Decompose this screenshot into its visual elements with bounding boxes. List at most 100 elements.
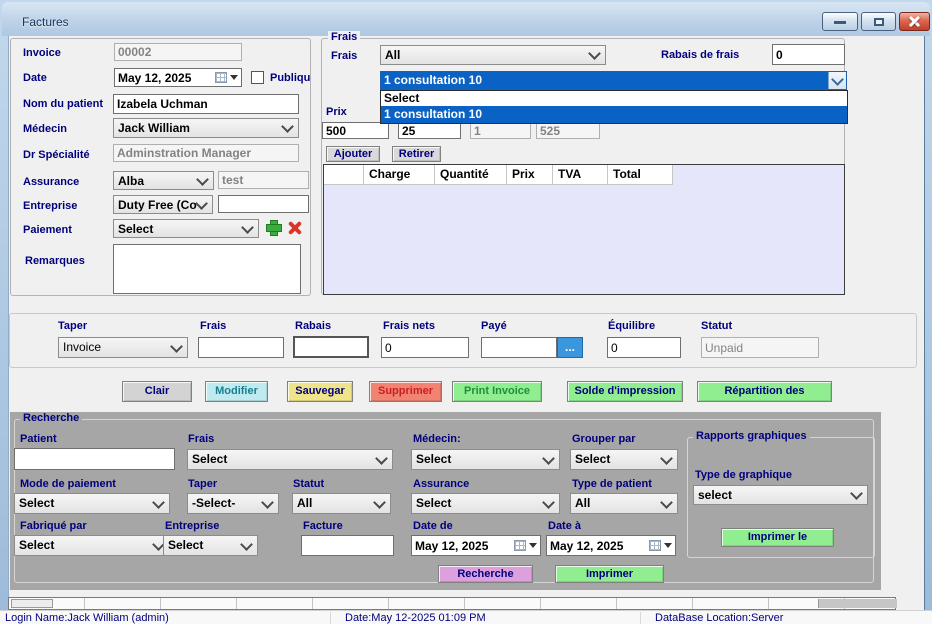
modifier-button[interactable]: Modifier bbox=[205, 381, 268, 402]
paye-field[interactable] bbox=[481, 337, 557, 358]
date-label: Date bbox=[23, 72, 47, 84]
invoice-field[interactable] bbox=[114, 43, 242, 61]
repartition-button[interactable]: Répartition des bbox=[697, 381, 832, 402]
tva-field[interactable] bbox=[470, 122, 531, 139]
taper-combo[interactable]: Invoice bbox=[58, 337, 188, 358]
chevron-down-icon bbox=[588, 47, 601, 60]
paye-browse-button[interactable]: ... bbox=[557, 337, 583, 358]
column-header-total[interactable]: Total bbox=[608, 165, 673, 185]
chevron-down-icon bbox=[375, 452, 388, 465]
ajouter-button[interactable]: Ajouter bbox=[326, 146, 380, 162]
entreprise-combo[interactable]: Duty Free (Co bbox=[113, 195, 213, 214]
column-header-charge[interactable]: Charge bbox=[364, 165, 435, 185]
fabrique-par-label: Fabriqué par bbox=[20, 520, 87, 532]
fabrique-par-combo[interactable]: Select bbox=[14, 535, 170, 556]
frais-label: Frais bbox=[331, 50, 357, 62]
column-header-quantite[interactable]: Quantité bbox=[435, 165, 507, 185]
date-de-picker[interactable]: May 12, 2025 bbox=[411, 535, 541, 556]
search-statut-combo[interactable]: All bbox=[292, 493, 391, 514]
statut-field[interactable] bbox=[701, 337, 819, 358]
type-graphique-combo[interactable]: select bbox=[693, 485, 868, 505]
imprimer-button[interactable]: Imprimer bbox=[555, 565, 664, 583]
search-taper-label: Taper bbox=[188, 478, 217, 490]
remarques-field[interactable] bbox=[113, 244, 301, 294]
calendar-icon bbox=[514, 540, 526, 551]
entreprise-combo-value: Duty Free (Co bbox=[118, 198, 197, 212]
search-frais-label: Frais bbox=[188, 433, 214, 445]
frais-filter-combo[interactable]: All bbox=[380, 45, 606, 65]
rabais-de-frais-field[interactable] bbox=[772, 44, 845, 65]
assurance-combo[interactable]: Alba bbox=[113, 171, 214, 190]
retirer-button[interactable]: Retirer bbox=[392, 146, 441, 162]
charge-combo[interactable]: 1 consultation 10 bbox=[380, 71, 847, 90]
date-picker[interactable]: May 12, 2025 bbox=[114, 68, 242, 87]
chevron-down-icon bbox=[230, 75, 238, 80]
charges-table[interactable]: Charge Quantité Prix TVA Total bbox=[323, 164, 845, 295]
paiement-combo[interactable]: Select bbox=[113, 219, 259, 238]
search-patient-field[interactable] bbox=[14, 448, 175, 470]
close-button[interactable] bbox=[899, 12, 930, 31]
search-frais-combo[interactable]: Select bbox=[187, 449, 393, 470]
chevron-down-icon bbox=[542, 496, 555, 509]
search-statut-label: Statut bbox=[293, 478, 324, 490]
total-field[interactable] bbox=[536, 122, 600, 139]
remarques-label: Remarques bbox=[25, 255, 85, 267]
supprimer-button[interactable]: Supprimer bbox=[369, 381, 442, 402]
equilibre-field[interactable] bbox=[607, 337, 681, 358]
recherche-button[interactable]: Recherche bbox=[438, 565, 533, 583]
frais-nets-field[interactable] bbox=[381, 337, 469, 358]
totals-frais-field[interactable] bbox=[198, 337, 284, 358]
quantite-field[interactable] bbox=[398, 122, 461, 139]
paye-label: Payé bbox=[481, 320, 507, 332]
publique-checkbox[interactable] bbox=[251, 71, 264, 84]
assurance-extra-field[interactable] bbox=[218, 171, 309, 189]
search-medecin-combo[interactable]: Select bbox=[411, 449, 560, 470]
totals-rabais-field[interactable] bbox=[293, 336, 369, 358]
clair-button[interactable]: Clair bbox=[122, 381, 192, 402]
patient-name-field[interactable] bbox=[113, 94, 299, 114]
chevron-down-icon bbox=[261, 496, 274, 509]
calendar-icon bbox=[649, 540, 661, 551]
chevron-down-icon bbox=[196, 173, 209, 186]
column-header-tva[interactable]: TVA bbox=[553, 165, 608, 185]
patient-panel: Invoice Date May 12, 2025 Publique Nom d… bbox=[10, 38, 311, 296]
charge-combo-button[interactable] bbox=[828, 72, 846, 89]
titlebar: Factures bbox=[2, 2, 930, 36]
rapports-group-title: Rapports graphiques bbox=[693, 430, 810, 442]
dropdown-option[interactable]: Select bbox=[381, 91, 847, 106]
column-header-prix[interactable]: Prix bbox=[507, 165, 553, 185]
date-value: May 12, 2025 bbox=[118, 71, 212, 85]
grouper-par-combo[interactable]: Select bbox=[570, 449, 678, 470]
solde-impression-button[interactable]: Solde d'impression bbox=[567, 381, 683, 402]
date-a-label: Date à bbox=[548, 520, 581, 532]
column-header-selector[interactable] bbox=[324, 165, 364, 185]
grouper-par-label: Grouper par bbox=[572, 433, 636, 445]
type-patient-combo[interactable]: All bbox=[570, 493, 678, 514]
maximize-button[interactable] bbox=[861, 12, 896, 31]
maximize-icon bbox=[874, 18, 884, 26]
status-separator bbox=[640, 612, 641, 624]
facture-field[interactable] bbox=[301, 535, 394, 556]
chevron-down-icon bbox=[241, 221, 254, 234]
entreprise-extra-field[interactable] bbox=[218, 195, 309, 213]
minimize-button[interactable] bbox=[822, 12, 858, 31]
prix-field[interactable] bbox=[322, 122, 389, 139]
scrollbar-thumb[interactable] bbox=[11, 599, 53, 608]
search-assurance-combo[interactable]: Select bbox=[411, 493, 560, 514]
horizontal-scrollbar[interactable] bbox=[8, 597, 896, 610]
date-a-picker[interactable]: May 12, 2025 bbox=[546, 535, 676, 556]
dropdown-option-selected[interactable]: 1 consultation 10 bbox=[381, 106, 847, 123]
specialite-field[interactable] bbox=[113, 144, 299, 162]
search-entreprise-combo[interactable]: Select bbox=[163, 535, 258, 556]
medecin-combo[interactable]: Jack William bbox=[113, 118, 299, 138]
imprimer-le-button[interactable]: Imprimer le bbox=[721, 528, 834, 547]
window-title: Factures bbox=[22, 15, 69, 29]
mode-paiement-combo[interactable]: Select bbox=[14, 493, 170, 514]
recherche-group-title: Recherche bbox=[20, 412, 82, 424]
sauvegarder-button[interactable]: Sauvegar bbox=[287, 381, 353, 402]
delete-payment-icon[interactable] bbox=[287, 220, 303, 236]
add-payment-icon[interactable] bbox=[266, 220, 282, 236]
search-taper-combo[interactable]: -Select- bbox=[187, 493, 279, 514]
date-a-value: May 12, 2025 bbox=[550, 539, 646, 553]
print-invoice-button[interactable]: Print Invoice bbox=[452, 381, 542, 402]
